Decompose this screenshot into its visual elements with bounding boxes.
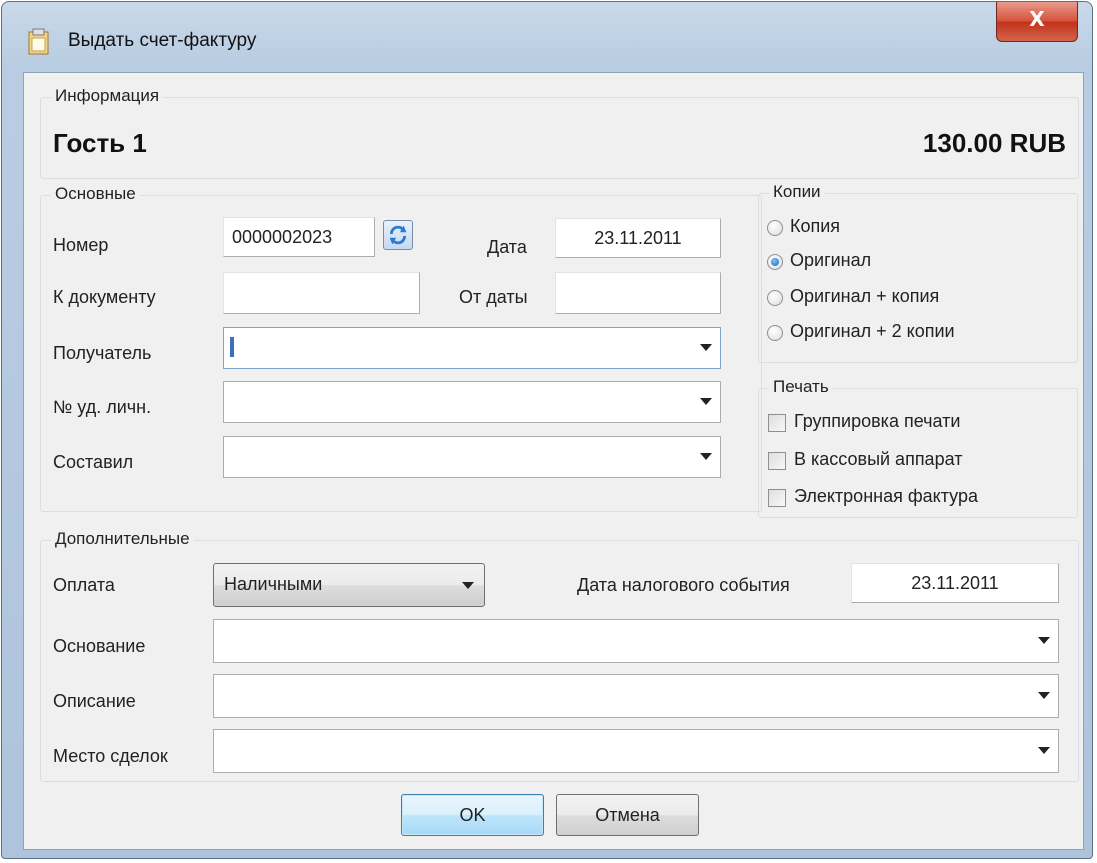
radio-original-plus-copy-label[interactable]: Оригинал + копия xyxy=(790,286,939,307)
title-bar[interactable]: Выдать счет-фактуру X xyxy=(2,2,1092,70)
close-icon: X xyxy=(1029,7,1045,31)
to-document-label: К документу xyxy=(53,287,156,307)
radio-original[interactable] xyxy=(767,254,783,270)
extra-group-title: Дополнительные xyxy=(51,529,194,549)
checkbox-electronic-invoice[interactable] xyxy=(768,489,786,507)
id-document-combo[interactable] xyxy=(223,381,721,423)
chevron-down-icon[interactable] xyxy=(700,344,712,351)
refresh-icon xyxy=(389,225,407,245)
id-label: № уд. личн. xyxy=(53,397,152,417)
info-group-title: Информация xyxy=(51,86,164,106)
radio-copy-label[interactable]: Копия xyxy=(790,216,840,237)
recipient-label: Получатель xyxy=(53,343,152,363)
checkbox-group-printing-label[interactable]: Группировка печати xyxy=(794,411,960,432)
window-title: Выдать счет-фактуру xyxy=(68,30,257,51)
radio-copy[interactable] xyxy=(767,220,783,236)
copies-group-title: Копии xyxy=(769,182,825,202)
radio-original-label[interactable]: Оригинал xyxy=(790,250,871,271)
radio-original-plus-two-copies[interactable] xyxy=(767,325,783,341)
to-document-field[interactable] xyxy=(223,272,420,314)
description-combo[interactable] xyxy=(213,674,1059,718)
main-group-title: Основные xyxy=(51,184,140,204)
recipient-combo[interactable] xyxy=(223,327,721,369)
payment-value: Наличными xyxy=(224,574,323,594)
chevron-down-icon[interactable] xyxy=(700,453,712,460)
checkbox-electronic-invoice-label[interactable]: Электронная фактура xyxy=(794,486,978,507)
extra-group: Дополнительные Оплата Наличными Дата нал… xyxy=(40,529,1079,782)
main-group: Основные Номер 0000002023 Дата 23.11.201… xyxy=(40,184,762,512)
chevron-down-icon[interactable] xyxy=(1038,747,1050,754)
dialog-client-area: Информация Гость 1 130.00 RUB Основные Н… xyxy=(23,72,1084,850)
tax-date-label: Дата налогового события xyxy=(577,575,790,595)
tax-date-field[interactable]: 23.11.2011 xyxy=(851,563,1059,603)
print-group-title: Печать xyxy=(769,377,833,397)
chevron-down-icon[interactable] xyxy=(1038,692,1050,699)
date-field[interactable]: 23.11.2011 xyxy=(555,218,721,258)
composed-by-combo[interactable] xyxy=(223,436,721,478)
chevron-down-icon[interactable] xyxy=(462,582,474,589)
from-date-label: От даты xyxy=(459,287,528,307)
copies-group: Копии Копия Оригинал Оригинал + копия Ор… xyxy=(758,182,1078,363)
checkbox-cash-register-label[interactable]: В кассовый аппарат xyxy=(794,449,962,470)
number-field[interactable]: 0000002023 xyxy=(223,217,375,257)
description-label: Описание xyxy=(53,691,136,711)
radio-original-plus-two-copies-label[interactable]: Оригинал + 2 копии xyxy=(790,321,955,342)
cancel-button[interactable]: Отмена xyxy=(556,794,699,836)
refresh-number-button[interactable] xyxy=(383,220,413,250)
print-group: Печать Группировка печати В кассовый апп… xyxy=(758,377,1078,518)
payment-label: Оплата xyxy=(53,575,115,595)
date-label: Дата xyxy=(487,237,527,257)
place-label: Место сделок xyxy=(53,746,168,766)
chevron-down-icon[interactable] xyxy=(700,398,712,405)
place-combo[interactable] xyxy=(213,729,1059,773)
ok-button[interactable]: OK xyxy=(401,794,544,836)
chevron-down-icon[interactable] xyxy=(1038,637,1050,644)
close-button[interactable]: X xyxy=(996,2,1078,42)
basis-combo[interactable] xyxy=(213,619,1059,663)
payment-dropdown[interactable]: Наличными xyxy=(213,563,485,607)
document-icon xyxy=(28,28,49,55)
checkbox-cash-register[interactable] xyxy=(768,452,786,470)
guest-name: Гость 1 xyxy=(53,128,147,158)
basis-label: Основание xyxy=(53,636,146,656)
dialog-window: Выдать счет-фактуру X Информация Гость 1… xyxy=(1,1,1093,859)
total-amount: 130.00 RUB xyxy=(922,128,1066,158)
info-group: Информация Гость 1 130.00 RUB xyxy=(40,86,1079,179)
radio-original-plus-copy[interactable] xyxy=(767,290,783,306)
from-date-field[interactable] xyxy=(555,272,721,314)
composed-label: Составил xyxy=(53,452,134,472)
number-label: Номер xyxy=(53,235,109,255)
checkbox-group-printing[interactable] xyxy=(768,414,786,432)
text-caret xyxy=(230,337,234,357)
